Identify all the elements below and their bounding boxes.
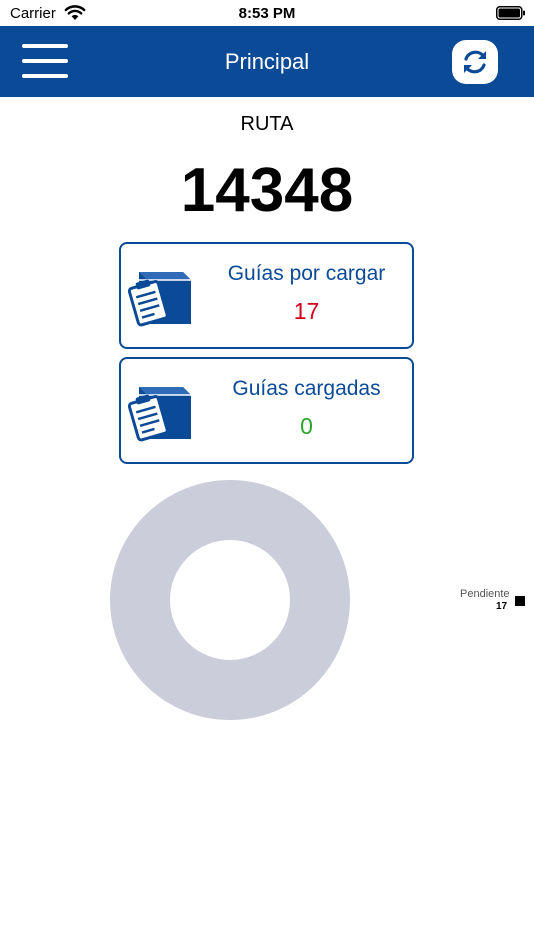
box-clipboard-icon — [127, 272, 191, 327]
loaded-guides-card[interactable]: Guías cargadas 0 — [119, 357, 414, 464]
loaded-guides-count: 0 — [300, 413, 313, 439]
status-bar: Carrier 8:53 PM — [0, 0, 534, 26]
donut-chart — [110, 480, 350, 720]
pending-guides-card[interactable]: Guías por cargar 17 — [119, 242, 414, 349]
pending-guides-title: Guías por cargar — [227, 262, 386, 285]
legend-value-pendiente: 17 — [496, 601, 508, 612]
pending-guides-count: 17 — [293, 298, 320, 324]
loaded-guides-title: Guías cargadas — [232, 377, 381, 400]
menu-button[interactable] — [22, 43, 68, 79]
nav-bar: Principal — [0, 26, 534, 97]
refresh-button[interactable] — [452, 40, 498, 84]
route-number: 14348 — [180, 156, 354, 225]
status-time: 8:53 PM — [238, 5, 296, 22]
box-clipboard-icon — [127, 387, 191, 442]
hamburger-menu-icon — [22, 44, 68, 48]
legend-label-pendiente: Pendiente — [460, 588, 510, 600]
legend-swatch-pendiente — [515, 596, 525, 606]
donut-slice-pendiente — [110, 480, 350, 720]
route-label: RUTA — [240, 113, 294, 135]
refresh-icon — [464, 50, 486, 74]
battery-icon — [496, 6, 525, 20]
